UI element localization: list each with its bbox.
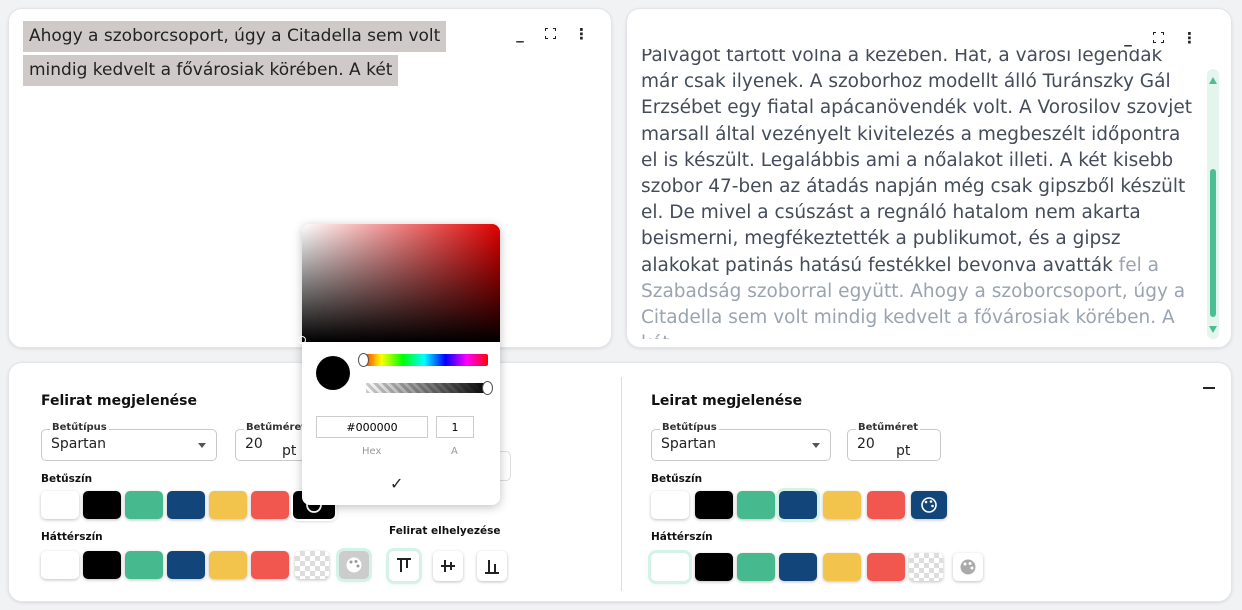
alpha-label: A xyxy=(451,446,458,457)
scroll-up-icon[interactable] xyxy=(1209,77,1217,84)
color-swatch-green[interactable] xyxy=(125,491,163,519)
scroll-down-icon[interactable] xyxy=(1209,326,1217,333)
fullscreen-icon[interactable] xyxy=(1151,29,1165,47)
hex-label: Hex xyxy=(362,446,382,457)
description-preview-panel: _ ⋮ Pálvágot tartott volna a kezében. Há… xyxy=(626,8,1232,348)
description-settings-title: Leirat megjelenése xyxy=(651,393,803,409)
caption-position-label: Felirat elhelyezése xyxy=(389,525,501,537)
color-swatch-green[interactable] xyxy=(125,551,163,579)
position-bottom-button[interactable] xyxy=(477,551,507,581)
color-swatch-navy[interactable] xyxy=(167,491,205,519)
position-middle-button[interactable] xyxy=(433,551,463,581)
color-swatch-green[interactable] xyxy=(737,491,775,519)
position-top-button[interactable] xyxy=(389,551,419,581)
alpha-input[interactable] xyxy=(436,416,474,438)
caption-bg-color-label: Háttérszín xyxy=(41,531,103,543)
alpha-slider-knob[interactable] xyxy=(482,381,493,395)
chevron-down-icon xyxy=(198,443,206,448)
custom-color-button[interactable] xyxy=(911,491,947,519)
hue-slider-knob[interactable] xyxy=(358,353,369,367)
confirm-check-icon[interactable]: ✓ xyxy=(390,474,403,493)
description-font-select[interactable]: Betűtípus Spartan xyxy=(651,422,831,461)
caption-font-select[interactable]: Betűtípus Spartan xyxy=(41,422,217,461)
color-swatch-green[interactable] xyxy=(737,553,775,581)
appearance-settings-panel: Felirat megjelenése Betűtípus Spartan Be… xyxy=(8,362,1232,602)
color-swatch-white[interactable] xyxy=(41,551,79,579)
description-font-color-label: Betűszín xyxy=(651,473,703,485)
caption-settings-title: Felirat megjelenése xyxy=(41,393,197,409)
caption-line: mindig kedvelt a fővárosiak körében. A k… xyxy=(23,55,399,86)
align-middle-icon xyxy=(441,560,455,572)
description-scrollbar[interactable] xyxy=(1207,69,1219,339)
more-options-icon[interactable]: ⋮ xyxy=(574,25,589,43)
color-swatch-black[interactable] xyxy=(83,491,121,519)
align-top-icon xyxy=(397,558,411,572)
color-picker-popup: Hex A ✓ xyxy=(298,224,500,505)
minimize-icon[interactable]: _ xyxy=(514,25,526,43)
color-swatch-yellow[interactable] xyxy=(823,553,861,581)
font-value: Spartan xyxy=(661,436,717,452)
caption-window-controls: _ ⋮ xyxy=(514,25,589,43)
hex-input[interactable] xyxy=(316,416,428,438)
color-swatch-black[interactable] xyxy=(695,553,733,581)
color-swatch-black[interactable] xyxy=(695,491,733,519)
settings-divider xyxy=(621,377,622,591)
font-value: Spartan xyxy=(51,436,107,452)
size-unit: pt xyxy=(282,443,297,459)
size-unit: pt xyxy=(896,443,911,459)
caption-font-color-label: Betűszín xyxy=(41,473,93,485)
description-window-controls: _ ⋮ xyxy=(1122,29,1197,47)
color-swatch-transparent[interactable] xyxy=(295,551,329,579)
custom-color-button[interactable] xyxy=(339,551,369,579)
size-label: Betűméret xyxy=(244,422,308,433)
color-preview-swatch xyxy=(316,356,350,390)
fullscreen-icon[interactable] xyxy=(543,25,557,43)
alpha-slider[interactable] xyxy=(366,381,493,395)
color-swatch-white[interactable] xyxy=(651,491,689,519)
color-swatch-yellow[interactable] xyxy=(209,551,247,579)
size-label: Betűméret xyxy=(856,422,920,433)
palette-icon xyxy=(960,559,976,575)
color-swatch-black[interactable] xyxy=(83,551,121,579)
chevron-down-icon xyxy=(812,443,820,448)
scrollbar-thumb[interactable] xyxy=(1210,169,1216,317)
font-label: Betűtípus xyxy=(660,422,719,433)
color-swatch-red[interactable] xyxy=(867,553,905,581)
custom-color-button[interactable] xyxy=(953,553,983,581)
color-swatch-red[interactable] xyxy=(251,551,289,579)
palette-icon xyxy=(346,557,362,573)
align-bottom-icon xyxy=(485,560,499,574)
more-options-icon[interactable]: ⋮ xyxy=(1182,29,1197,47)
color-swatch-white[interactable] xyxy=(651,553,689,581)
hue-slider[interactable] xyxy=(358,353,488,367)
color-swatch-yellow[interactable] xyxy=(823,491,861,519)
description-main-text: Pálvágot tartott volna a kezében. Hát, a… xyxy=(641,49,1193,276)
description-bg-color-label: Háttérszín xyxy=(651,531,713,543)
size-value: 20 xyxy=(857,436,875,452)
color-swatch-red[interactable] xyxy=(867,491,905,519)
color-swatch-navy[interactable] xyxy=(779,553,817,581)
caption-text: Ahogy a szoborcsoport, úgy a Citadella s… xyxy=(23,21,447,89)
description-text: Pálvágot tartott volna a kezében. Hát, a… xyxy=(641,49,1201,339)
color-swatch-transparent[interactable] xyxy=(909,553,943,581)
caption-line: Ahogy a szoborcsoport, úgy a Citadella s… xyxy=(23,21,447,52)
color-swatch-white[interactable] xyxy=(41,491,79,519)
saturation-handle[interactable] xyxy=(298,336,306,344)
palette-icon xyxy=(921,497,937,513)
color-swatch-navy[interactable] xyxy=(167,551,205,579)
minimize-icon[interactable]: _ xyxy=(1122,29,1134,47)
font-label: Betűtípus xyxy=(50,422,109,433)
color-swatch-navy[interactable] xyxy=(779,491,817,519)
description-size-field[interactable]: Betűméret 20 pt xyxy=(847,422,941,461)
size-value: 20 xyxy=(245,436,263,452)
color-swatch-red[interactable] xyxy=(251,491,289,519)
collapse-icon[interactable] xyxy=(1203,387,1215,389)
color-swatch-yellow[interactable] xyxy=(209,491,247,519)
saturation-area[interactable] xyxy=(298,224,500,344)
